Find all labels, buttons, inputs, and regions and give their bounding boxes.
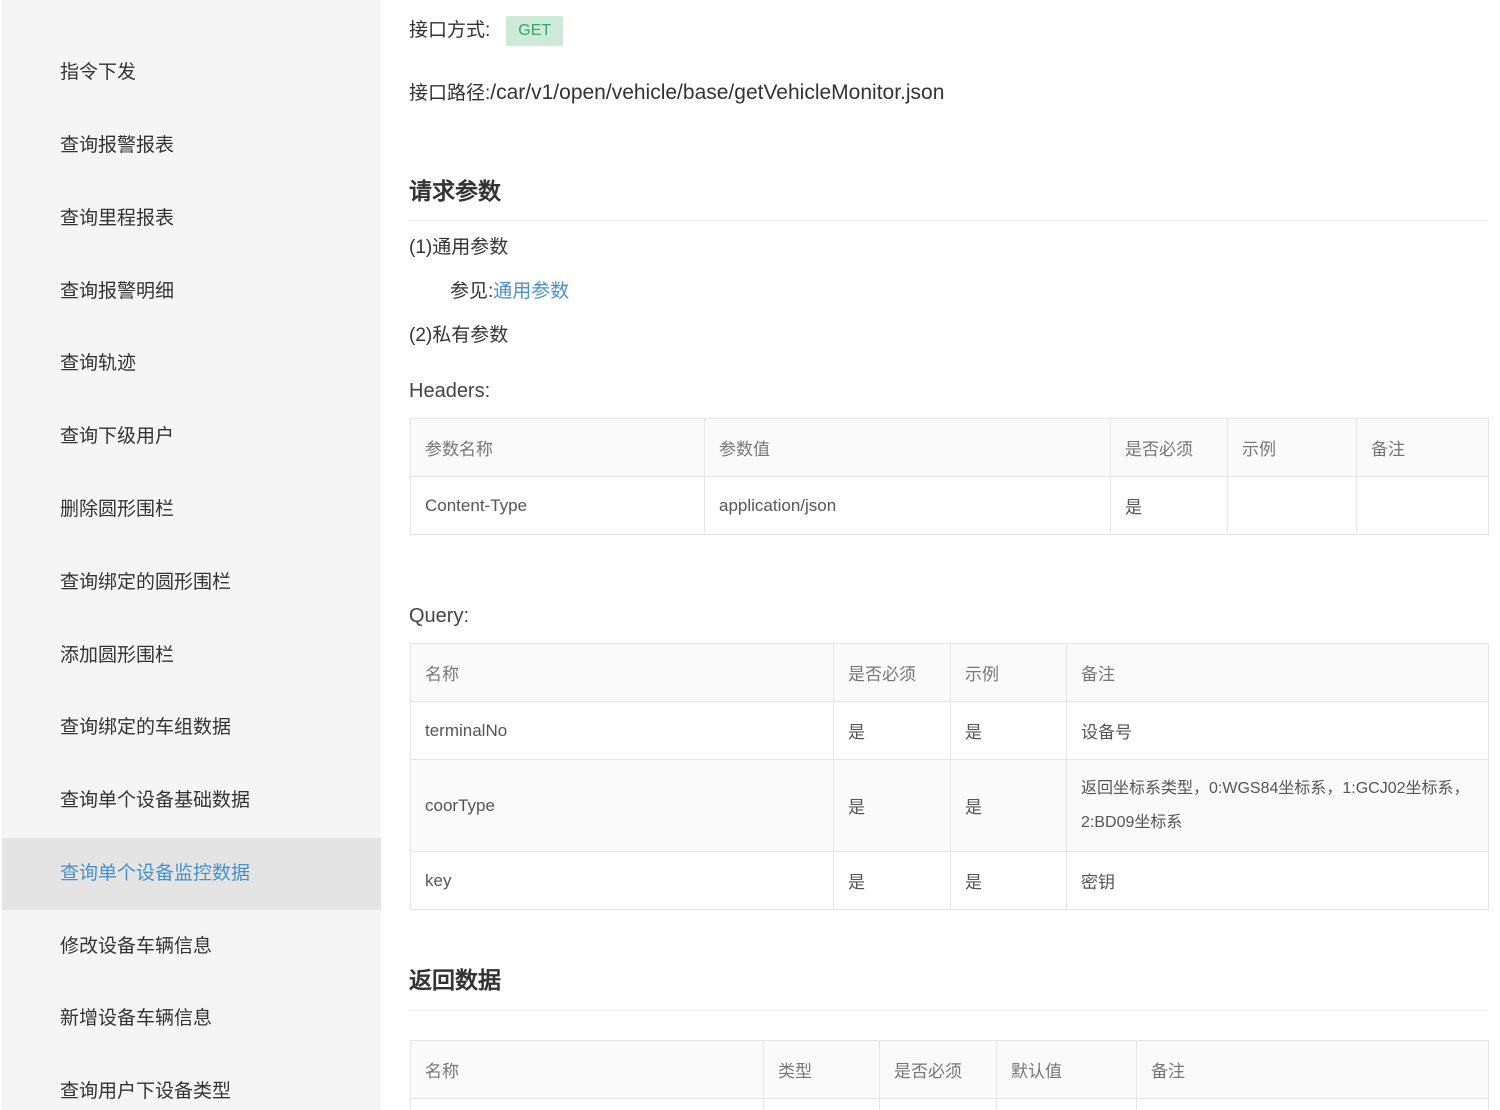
- private-params-label: (2)私有参数: [409, 325, 509, 346]
- response-section-title: 返回数据: [409, 967, 501, 993]
- column-header: 是否必须: [1110, 418, 1228, 477]
- divider: [409, 1010, 1488, 1011]
- table-cell: 是: [833, 851, 951, 910]
- sidebar-item-device-base-data[interactable]: 查询单个设备基础数据: [2, 765, 381, 837]
- table-cell: [1227, 476, 1357, 535]
- table-cell: 是: [950, 851, 1067, 910]
- response-table: 名称 类型 是否必须 默认值 备注: [410, 1040, 1489, 1110]
- table-cell: Content-Type: [410, 476, 705, 535]
- request-section-title: 请求参数: [409, 178, 501, 204]
- column-header: 备注: [1066, 643, 1489, 702]
- table-cell: 返回坐标系类型，0:WGS84坐标系，1:GCJ02坐标系，2:BD09坐标系: [1066, 759, 1489, 852]
- sidebar: 指令下发 查询报警报表 查询里程报表 查询报警明细 查询轨迹 查询下级用户 删除…: [2, 0, 381, 1110]
- table-cell: coorType: [410, 759, 834, 852]
- table-row: terminalNo 是 是 设备号: [410, 701, 1489, 760]
- table-cell: application/json: [704, 476, 1111, 535]
- table-row: key 是 是 密钥: [410, 851, 1489, 910]
- sidebar-item-device-monitor-data[interactable]: 查询单个设备监控数据: [2, 838, 381, 910]
- api-path-row: 接口路径:/car/v1/open/vehicle/base/getVehicl…: [409, 78, 944, 105]
- column-header: 默认值: [996, 1040, 1137, 1099]
- table-cell: key: [410, 851, 834, 910]
- table-cell: 设备号: [1066, 701, 1489, 760]
- table-cell: 是: [950, 759, 1067, 852]
- table-cell: 是: [950, 701, 1067, 760]
- sidebar-item-delete-fence[interactable]: 删除圆形围栏: [2, 474, 381, 546]
- sidebar-item-bound-fence[interactable]: 查询绑定的圆形围栏: [2, 547, 381, 619]
- common-params-label: (1)通用参数: [409, 237, 509, 258]
- sidebar-item-alarm-report[interactable]: 查询报警报表: [2, 110, 381, 182]
- api-method-row: 接口方式: GET: [409, 15, 564, 46]
- column-header: 是否必须: [833, 643, 951, 702]
- column-header: 名称: [410, 643, 834, 702]
- headers-table: 参数名称 参数值 是否必须 示例 备注 Content-Type applica…: [410, 418, 1489, 535]
- sidebar-item-add-vehicle[interactable]: 新增设备车辆信息: [2, 983, 381, 1055]
- table-header-row: 名称 是否必须 示例 备注: [410, 643, 1489, 702]
- see-prefix: 参见:: [450, 281, 494, 302]
- sidebar-item-sub-users[interactable]: 查询下级用户: [2, 401, 381, 473]
- sidebar-item-track[interactable]: 查询轨迹: [2, 328, 381, 400]
- column-header: 备注: [1356, 418, 1489, 477]
- table-cell: [1136, 1098, 1489, 1110]
- sidebar-item-device-types[interactable]: 查询用户下设备类型: [2, 1056, 381, 1110]
- headers-label: Headers:: [409, 380, 491, 402]
- column-header: 是否必须: [879, 1040, 997, 1099]
- table-row: [410, 1098, 1489, 1110]
- query-table: 名称 是否必须 示例 备注 terminalNo 是 是 设备号 coorTyp…: [410, 643, 1489, 910]
- table-header-row: 名称 类型 是否必须 默认值 备注: [410, 1040, 1489, 1099]
- column-header: 名称: [410, 1040, 764, 1099]
- main-content: 接口方式: GET 接口路径:/car/v1/open/vehicle/base/…: [409, 0, 1489, 1110]
- table-cell: 密钥: [1066, 851, 1489, 910]
- common-params-ref: 参见:通用参数: [450, 276, 569, 303]
- table-cell: [996, 1098, 1137, 1110]
- sidebar-item-command-dispatch[interactable]: 指令下发: [2, 37, 381, 109]
- table-cell: [879, 1098, 997, 1110]
- api-path-label: 接口路径:: [409, 83, 491, 104]
- method-badge: GET: [506, 15, 564, 46]
- api-path: /car/v1/open/vehicle/base/getVehicleMoni…: [490, 81, 945, 104]
- api-method-label: 接口方式:: [409, 20, 491, 41]
- column-header: 备注: [1136, 1040, 1489, 1099]
- sidebar-item-add-fence[interactable]: 添加圆形围栏: [2, 620, 381, 692]
- table-cell: terminalNo: [410, 701, 834, 760]
- table-cell: 是: [833, 759, 951, 852]
- column-header: 示例: [950, 643, 1067, 702]
- table-cell: 是: [833, 701, 951, 760]
- column-header: 参数名称: [410, 418, 705, 477]
- table-cell: [1356, 476, 1489, 535]
- divider: [409, 220, 1488, 221]
- common-params-link[interactable]: 通用参数: [493, 281, 569, 302]
- sidebar-item-mileage-report[interactable]: 查询里程报表: [2, 183, 381, 255]
- column-header: 类型: [763, 1040, 880, 1099]
- column-header: 参数值: [704, 418, 1111, 477]
- query-label: Query:: [409, 605, 470, 627]
- sidebar-item-bound-vehicle-group[interactable]: 查询绑定的车组数据: [2, 692, 381, 764]
- table-cell: [763, 1098, 880, 1110]
- table-cell: 是: [1110, 476, 1228, 535]
- table-row: coorType 是 是 返回坐标系类型，0:WGS84坐标系，1:GCJ02坐…: [410, 759, 1489, 852]
- table-header-row: 参数名称 参数值 是否必须 示例 备注: [410, 418, 1489, 477]
- table-row: Content-Type application/json 是: [410, 476, 1489, 535]
- column-header: 示例: [1227, 418, 1357, 477]
- sidebar-item-alarm-detail[interactable]: 查询报警明细: [2, 256, 381, 328]
- sidebar-item-edit-vehicle[interactable]: 修改设备车辆信息: [2, 911, 381, 983]
- table-cell: [410, 1098, 764, 1110]
